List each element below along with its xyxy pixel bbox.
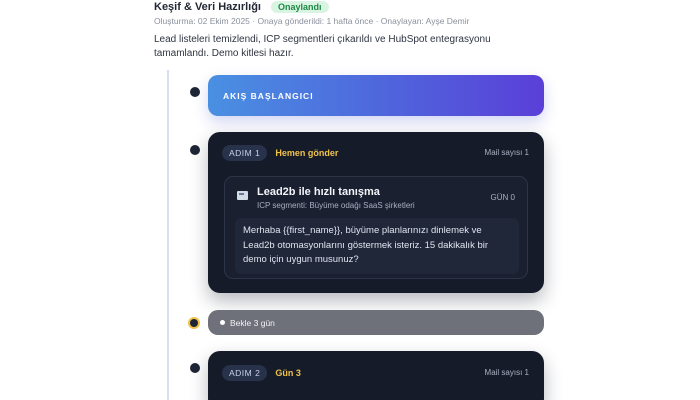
- email-icon: [237, 191, 248, 200]
- step-timing: Hemen gönder: [275, 148, 339, 158]
- step-card-2[interactable]: ADIM 2 Gün 3 Mail sayısı 1: [208, 351, 544, 400]
- step-timing: Gün 3: [275, 368, 301, 378]
- message-subtitle: ICP segmenti: Büyüme odağı SaaS şirketle…: [257, 201, 415, 210]
- step-pill: ADIM 2: [222, 365, 268, 381]
- timeline-dot-start: [190, 87, 200, 97]
- mail-count: Mail sayısı 1: [484, 368, 529, 377]
- title-row: Keşif & Veri Hazırlığı Onaylandı: [154, 0, 554, 13]
- description: Lead listeleri temizlendi, ICP segmentle…: [154, 34, 491, 59]
- timeline-dot-step-2: [190, 363, 200, 373]
- meta-info: Oluşturma: 02 Ekim 2025 · Onaya gönderil…: [154, 16, 470, 26]
- mail-count: Mail sayısı 1: [484, 148, 529, 157]
- message-card[interactable]: Lead2b ile hızlı tanışma ICP segmenti: B…: [224, 176, 528, 279]
- message-title: Lead2b ile hızlı tanışma: [257, 186, 380, 198]
- message-body: Merhaba {{first_name}}, büyüme planların…: [235, 218, 519, 274]
- wait-label: Bekle 3 gün: [230, 317, 275, 328]
- page-title: Keşif & Veri Hazırlığı: [154, 0, 261, 13]
- timeline-dot-step-1: [190, 145, 200, 155]
- step-header: ADIM 2 Gün 3 Mail sayısı 1: [208, 351, 544, 393]
- campaign-header: Keşif & Veri Hazırlığı Onaylandı Oluştur…: [154, 0, 554, 61]
- flow-start-label: AKIŞ BAŞLANGICI: [223, 90, 314, 101]
- timeline-dot-wait: [190, 319, 198, 327]
- flow-start-card[interactable]: AKIŞ BAŞLANGICI: [208, 75, 544, 116]
- flow-page: Keşif & Veri Hazırlığı Onaylandı Oluştur…: [0, 0, 700, 400]
- message-day: GÜN 0: [490, 193, 515, 202]
- step-header: ADIM 1 Hemen gönder Mail sayısı 1: [208, 132, 544, 174]
- pause-dot-icon: [220, 320, 225, 325]
- step-pill: ADIM 1: [222, 145, 268, 161]
- wait-pill[interactable]: Bekle 3 gün: [208, 310, 544, 335]
- status-badge: Onaylandı: [270, 0, 329, 13]
- timeline-line: [167, 70, 169, 400]
